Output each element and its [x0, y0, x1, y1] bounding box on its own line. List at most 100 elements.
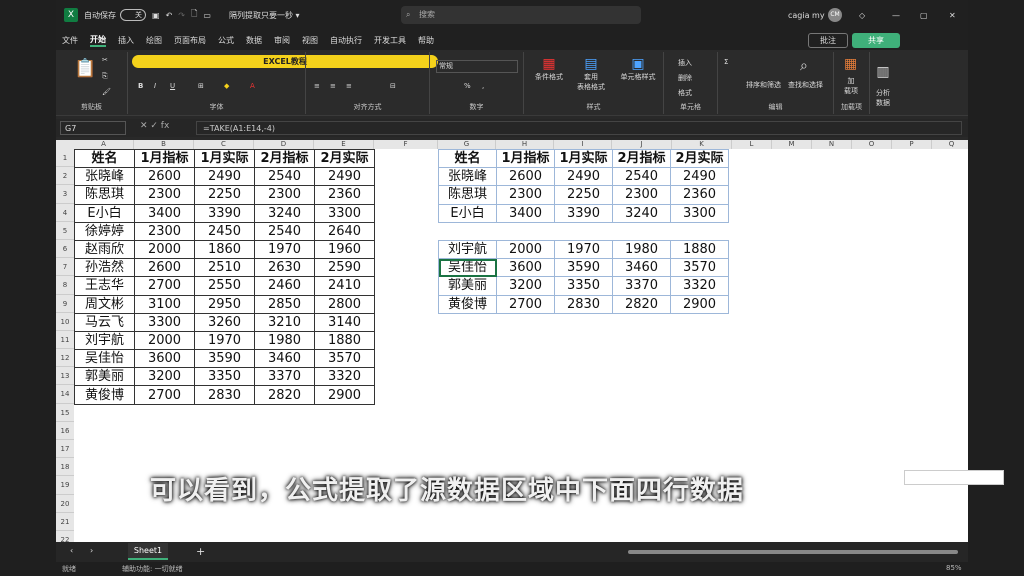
table-cell[interactable]: 2900: [314, 385, 375, 405]
table-cell[interactable]: 2410: [314, 276, 375, 296]
table-cell[interactable]: 赵雨欣: [74, 239, 135, 260]
table-cell[interactable]: 1860: [194, 239, 255, 260]
header-cell[interactable]: 1月指标: [496, 148, 555, 169]
header-cell[interactable]: 姓名: [74, 148, 135, 169]
table-cell[interactable]: 3210: [254, 312, 315, 332]
row-header[interactable]: 18: [56, 458, 74, 477]
table-cell[interactable]: 2300: [496, 185, 555, 205]
redo-icon[interactable]: ↷: [178, 11, 185, 20]
table-cell[interactable]: 3590: [194, 349, 255, 369]
undo-icon[interactable]: ↶: [166, 11, 173, 20]
row-header[interactable]: 4: [56, 204, 74, 222]
table-cell[interactable]: 1880: [670, 239, 729, 260]
table-cell[interactable]: 王志华: [74, 276, 135, 296]
conditional-format-button[interactable]: ▦ 条件格式: [532, 56, 566, 82]
comma-icon[interactable]: ,: [482, 82, 484, 90]
row-header[interactable]: 10: [56, 313, 74, 331]
table-cell[interactable]: 黄俊博: [74, 385, 135, 405]
table-cell[interactable]: 2830: [194, 385, 255, 405]
insert-button[interactable]: 插入: [678, 58, 692, 68]
row-header[interactable]: 11: [56, 331, 74, 350]
italic-button[interactable]: I: [154, 82, 156, 90]
fill-color-icon[interactable]: ◆: [224, 82, 229, 90]
table-cell[interactable]: 2640: [314, 221, 375, 241]
table-cell[interactable]: 3460: [612, 258, 671, 278]
table-cell[interactable]: 2490: [670, 167, 729, 187]
zoom-level[interactable]: 85%: [946, 564, 962, 572]
table-cell[interactable]: 郭美丽: [74, 367, 135, 387]
next-sheet-icon[interactable]: ›: [90, 546, 93, 555]
table-cell[interactable]: 2820: [254, 385, 315, 405]
column-header[interactable]: G: [438, 140, 496, 149]
row-header[interactable]: 12: [56, 349, 74, 368]
file-icon[interactable]: 🗋: [191, 8, 197, 22]
table-cell[interactable]: 1970: [194, 330, 255, 351]
minimize-icon[interactable]: —: [892, 11, 900, 20]
table-cell[interactable]: 1970: [254, 239, 315, 260]
menu-item[interactable]: 插入: [118, 35, 134, 46]
row-header[interactable]: 5: [56, 222, 74, 240]
table-cell[interactable]: 2000: [134, 330, 195, 351]
table-cell[interactable]: 3370: [254, 367, 315, 387]
table-cell[interactable]: 3390: [194, 203, 255, 223]
diamond-icon[interactable]: ◇: [859, 11, 865, 20]
column-header[interactable]: I: [554, 140, 612, 149]
table-cell[interactable]: 2300: [134, 185, 195, 205]
prev-sheet-icon[interactable]: ‹: [70, 546, 73, 555]
table-cell[interactable]: 2000: [134, 239, 195, 260]
table-cell[interactable]: 3320: [314, 367, 375, 387]
cut-icon[interactable]: ✂: [102, 56, 108, 64]
share-button[interactable]: 共享: [852, 33, 900, 48]
find-select-button[interactable]: 查找和选择: [788, 80, 823, 90]
header-cell[interactable]: 姓名: [438, 148, 497, 169]
accessibility-status[interactable]: 辅助功能: 一切就绪: [122, 564, 183, 574]
table-cell[interactable]: 2300: [134, 221, 195, 241]
table-cell[interactable]: 2360: [670, 185, 729, 205]
sum-icon[interactable]: Σ: [724, 58, 728, 66]
menu-item[interactable]: 开发工具: [374, 35, 406, 46]
table-cell[interactable]: 3460: [254, 349, 315, 369]
format-painter-icon[interactable]: 🖌: [102, 88, 111, 96]
sort-filter-button[interactable]: 排序和筛选: [746, 80, 781, 90]
table-cell[interactable]: 2550: [194, 276, 255, 296]
table-cell[interactable]: 3240: [254, 203, 315, 223]
header-cell[interactable]: 2月指标: [612, 148, 671, 169]
horizontal-scrollbar[interactable]: [628, 550, 958, 554]
table-cell[interactable]: 3320: [670, 276, 729, 296]
header-cell[interactable]: 1月实际: [554, 148, 613, 169]
table-cell[interactable]: 徐婷婷: [74, 221, 135, 241]
row-header[interactable]: 21: [56, 513, 74, 531]
delete-button[interactable]: 删除: [678, 73, 692, 83]
table-cell[interactable]: 2300: [254, 185, 315, 205]
column-header[interactable]: F: [374, 140, 438, 149]
bold-button[interactable]: B: [138, 82, 143, 90]
table-cell[interactable]: 3590: [554, 258, 613, 278]
table-cell[interactable]: 黄俊博: [438, 294, 497, 314]
table-cell[interactable]: 2490: [194, 167, 255, 187]
border-icon[interactable]: ⊞: [198, 82, 204, 90]
table-cell[interactable]: 2600: [134, 258, 195, 278]
table-cell[interactable]: 1960: [314, 239, 375, 260]
formula-input[interactable]: =TAKE(A1:E14,-4): [196, 121, 962, 135]
header-cell[interactable]: 2月实际: [314, 148, 375, 169]
table-cell[interactable]: 2540: [254, 167, 315, 187]
table-cell[interactable]: 3200: [496, 276, 555, 296]
table-cell[interactable]: 2540: [612, 167, 671, 187]
table-cell[interactable]: 1970: [554, 239, 613, 260]
paste-icon[interactable]: 📋: [74, 58, 96, 79]
menu-item[interactable]: 帮助: [418, 35, 434, 46]
table-cell[interactable]: E小白: [438, 203, 497, 223]
table-cell[interactable]: 3350: [554, 276, 613, 296]
table-cell[interactable]: 2490: [554, 167, 613, 187]
table-cell[interactable]: 3200: [134, 367, 195, 387]
table-cell[interactable]: 2600: [496, 167, 555, 187]
menu-item[interactable]: 文件: [62, 35, 78, 46]
header-cell[interactable]: 1月实际: [194, 148, 255, 169]
table-cell[interactable]: 2700: [134, 276, 195, 296]
header-cell[interactable]: 2月实际: [670, 148, 729, 169]
table-cell[interactable]: 3350: [194, 367, 255, 387]
row-header[interactable]: 22: [56, 531, 74, 542]
row-header[interactable]: 17: [56, 440, 74, 459]
table-cell[interactable]: 3300: [670, 203, 729, 223]
column-header[interactable]: J: [612, 140, 672, 149]
